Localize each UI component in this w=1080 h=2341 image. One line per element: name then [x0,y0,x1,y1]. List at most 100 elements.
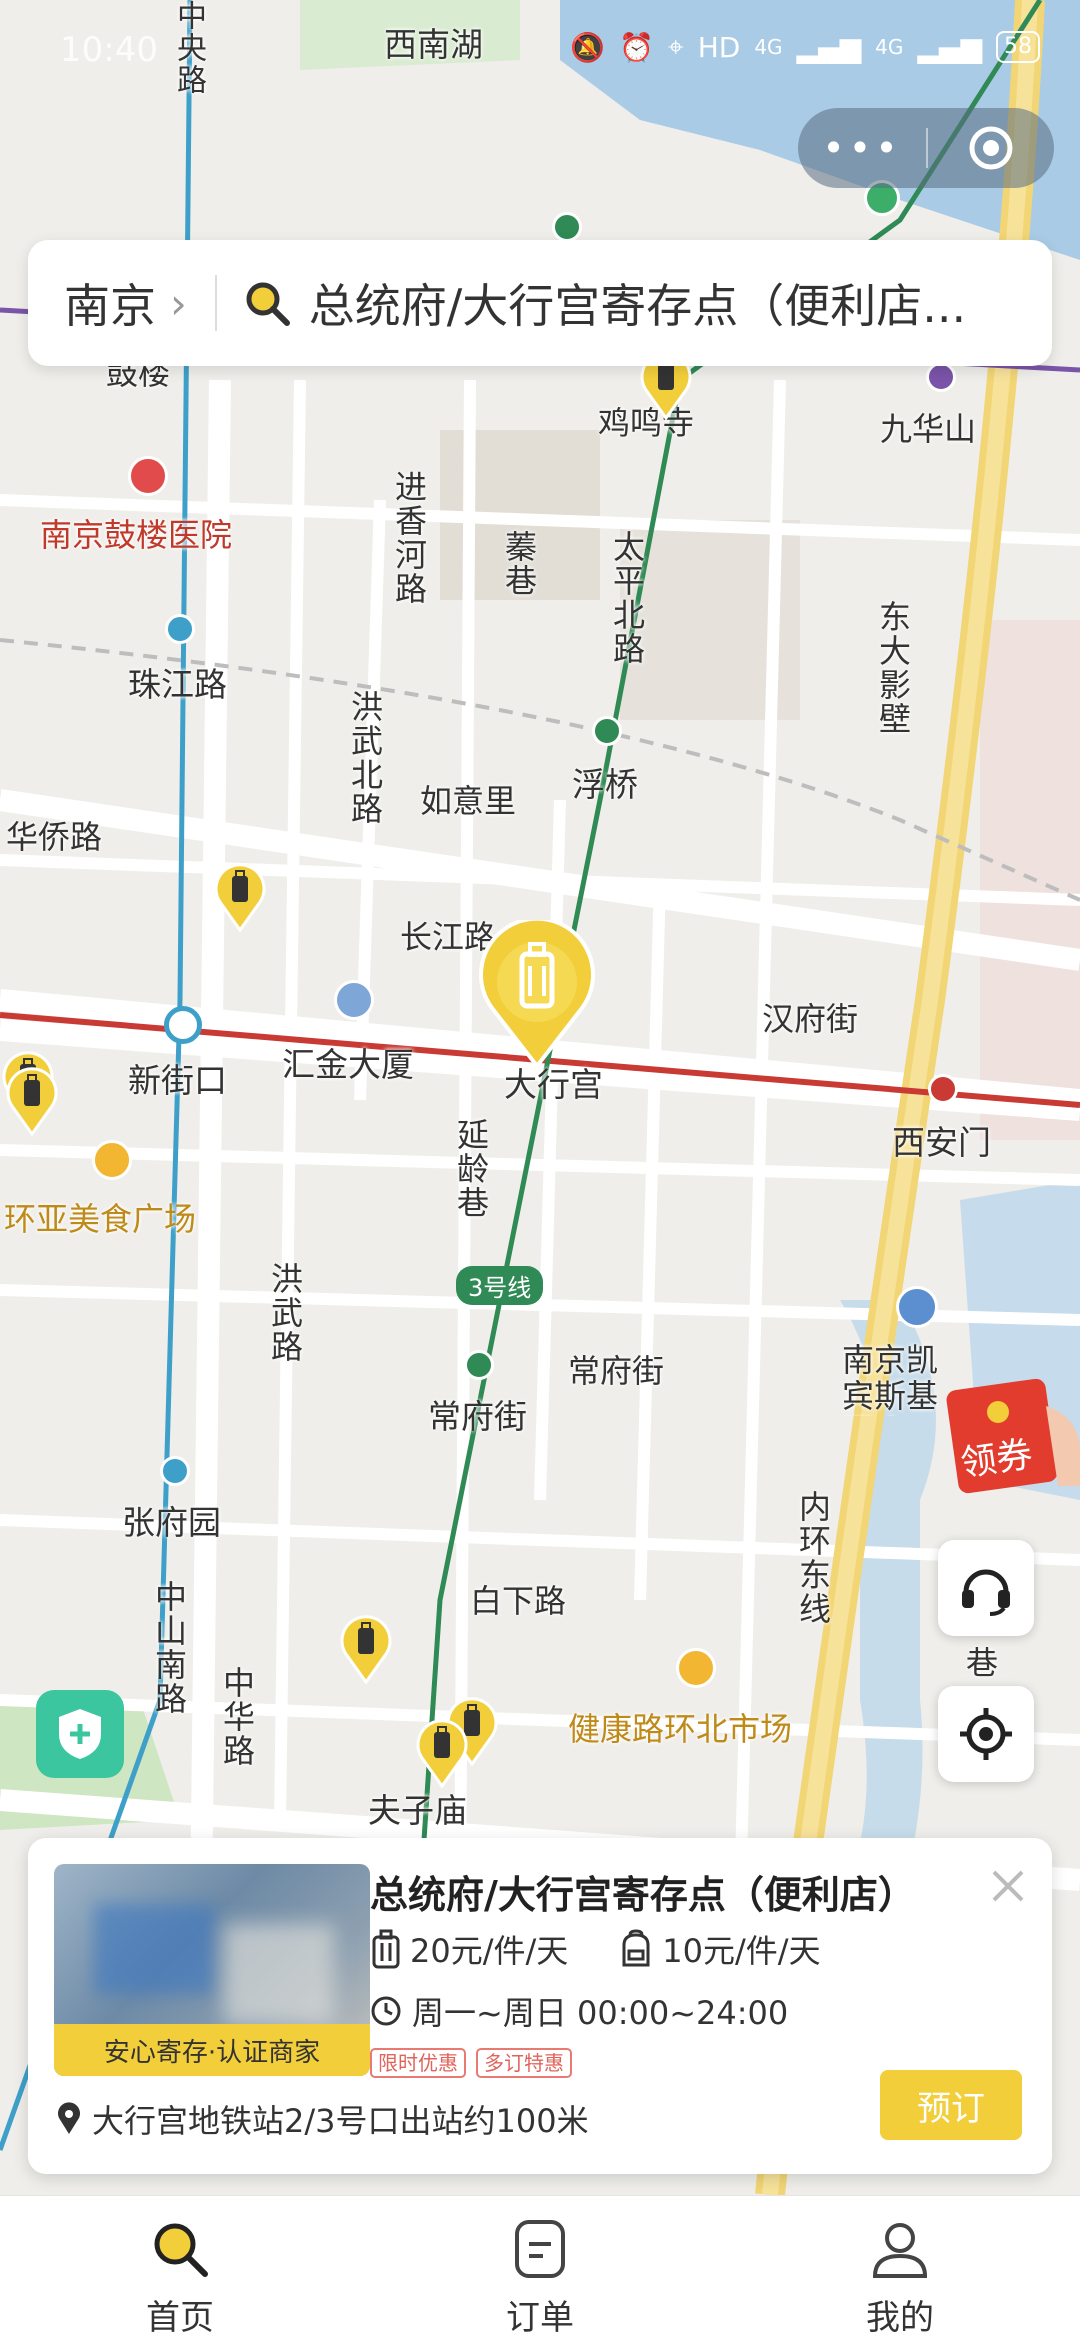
metro-station-icon [928,1074,958,1104]
alarm-icon: ⏰ [619,30,654,64]
store-card[interactable]: 安心寄存·认证商家 总统府/大行宫寄存点（便利店） 20元/件/天 10元/件/… [28,1838,1052,2174]
map-label: 汇金大厦 [282,1045,414,1084]
luggage-pin-icon[interactable] [4,1066,60,1136]
coupon-label: 领券 [957,1434,1036,1485]
status-time: 10:40 [60,30,158,70]
map-label: 洪武路 [266,1262,304,1364]
close-icon[interactable] [986,1864,1030,1908]
city-selector[interactable]: 南京 › [64,270,187,336]
map-label: 内环东线 [794,1490,832,1626]
map-label: 新街口 [128,1061,227,1100]
price-small-luggage: 10元/件/天 [662,1932,821,1970]
map-label: 如意里 [420,782,517,820]
map-label: 洪武北路 [346,690,384,826]
signal-icon: ▂▄▆ [917,30,982,64]
map-label: 九华山 [880,410,977,448]
signal-icon: ▂▄▆ [796,30,862,64]
map-label: 中山南路 [150,1580,188,1716]
food-icon [92,1140,132,1180]
metro-station-icon [926,362,956,392]
coupon-button[interactable]: 领券 [946,1376,1080,1496]
luggage-pin-icon[interactable] [212,862,268,932]
user-icon [872,2223,928,2278]
luggage-pin-icon[interactable] [338,1614,394,1684]
miniprogram-capsule: ••• [798,108,1054,188]
metro-station-icon [160,1456,190,1486]
business-hours: 周一~周日 00:00~24:00 [412,1994,789,2032]
book-button[interactable]: 预订 [880,2070,1022,2140]
map-label: 常府街 [568,1352,665,1390]
signal-label: 4G [875,35,904,59]
metro-station-icon [164,1006,202,1044]
map-label: 珠江路 [128,665,227,704]
map-label: 中华路 [218,1666,256,1768]
map-label: 华侨路 [6,818,103,856]
search-icon [154,2223,208,2277]
clock-icon [371,1996,401,2026]
map-label: 南京凯宾斯基酒店 [842,1342,939,1416]
certified-badge: 安心寄存·认证商家 [54,2024,370,2076]
store-address: 大行宫地铁站2/3号口出站约100米 [92,2102,589,2140]
customer-service-button[interactable] [938,1540,1034,1636]
tab-label: 首页 [146,2298,214,2338]
more-icon[interactable]: ••• [798,126,926,170]
map-label: 白下路 [470,1582,567,1620]
map-label: 健康路环北市场 [568,1710,793,1748]
signal-label: 4G [754,35,783,59]
headset-icon [962,1569,1010,1616]
metro-line-badge: 3号线 [456,1266,544,1305]
tab-label: 我的 [866,2298,934,2338]
backpack-icon [622,1929,650,1967]
luggage-pin-icon[interactable] [414,1718,470,1788]
location-pin-icon [58,2102,80,2134]
metro-station-icon [592,716,622,746]
promo-tag: 多订特惠 [476,2048,572,2078]
map-label: 夫子庙 [368,1791,467,1830]
crosshair-icon [960,1708,1012,1760]
search-icon [246,282,290,326]
tab-orders[interactable]: 订单 [360,2196,720,2341]
market-icon [676,1648,716,1688]
close-miniprogram-icon[interactable] [928,124,1054,172]
metro-station-icon [165,614,195,644]
network-label: HD [697,30,741,64]
order-icon [515,2220,565,2278]
map-label: 东大影壁 [874,600,912,736]
map-label: 西安门 [892,1123,991,1162]
shield-plus-icon [59,1709,101,1759]
map-label: 延龄巷 [452,1118,490,1220]
mute-icon: 🔕 [570,30,606,64]
store-title: 总统府/大行宫寄存点（便利店） [370,1873,916,1917]
status-bar: 10:40 🔕 ⏰ ⌖ HD 4G ▂▄▆ 4G ▂▄▆ 58 [0,0,1080,110]
price-large-luggage: 20元/件/天 [410,1932,569,1970]
map-label: 浮桥 [572,765,638,804]
battery-icon: 58 [996,31,1040,63]
store-photo: 安心寄存·认证商家 [54,1864,370,2076]
map-label: 汉府街 [762,1000,859,1038]
tab-home[interactable]: 首页 [0,2196,360,2341]
hotel-icon [896,1286,938,1328]
safety-shield-button[interactable] [36,1690,124,1778]
map-label: 常府街 [428,1397,527,1436]
locate-button[interactable] [938,1686,1034,1782]
building-icon [334,980,374,1020]
location-icon: ⌖ [667,30,684,63]
map-label: 进香河路 [390,470,428,606]
tab-bar: 首页 订单 我的 [0,2195,1080,2341]
map-label: 张府园 [122,1503,221,1542]
map-label: 环亚美食广场 [4,1200,197,1238]
map-label: 太平北路 [608,530,646,666]
map-label: 巷 [966,1644,999,1682]
selected-luggage-pin-icon[interactable] [474,920,600,1070]
tab-me[interactable]: 我的 [720,2196,1080,2341]
metro-station-icon [552,212,582,242]
search-input[interactable]: 总统府/大行宫寄存点（便利店... [309,270,1029,336]
promo-tag: 限时优惠 [370,2048,466,2078]
metro-station-icon [464,1350,494,1380]
hospital-icon [128,456,168,496]
map-label: 蓁巷 [500,530,538,598]
chevron-right-icon: › [170,278,187,328]
city-label: 南京 [64,279,156,333]
map-label: 南京鼓楼医院 [40,516,233,554]
search-bar[interactable]: 南京 › 总统府/大行宫寄存点（便利店... [28,240,1052,366]
